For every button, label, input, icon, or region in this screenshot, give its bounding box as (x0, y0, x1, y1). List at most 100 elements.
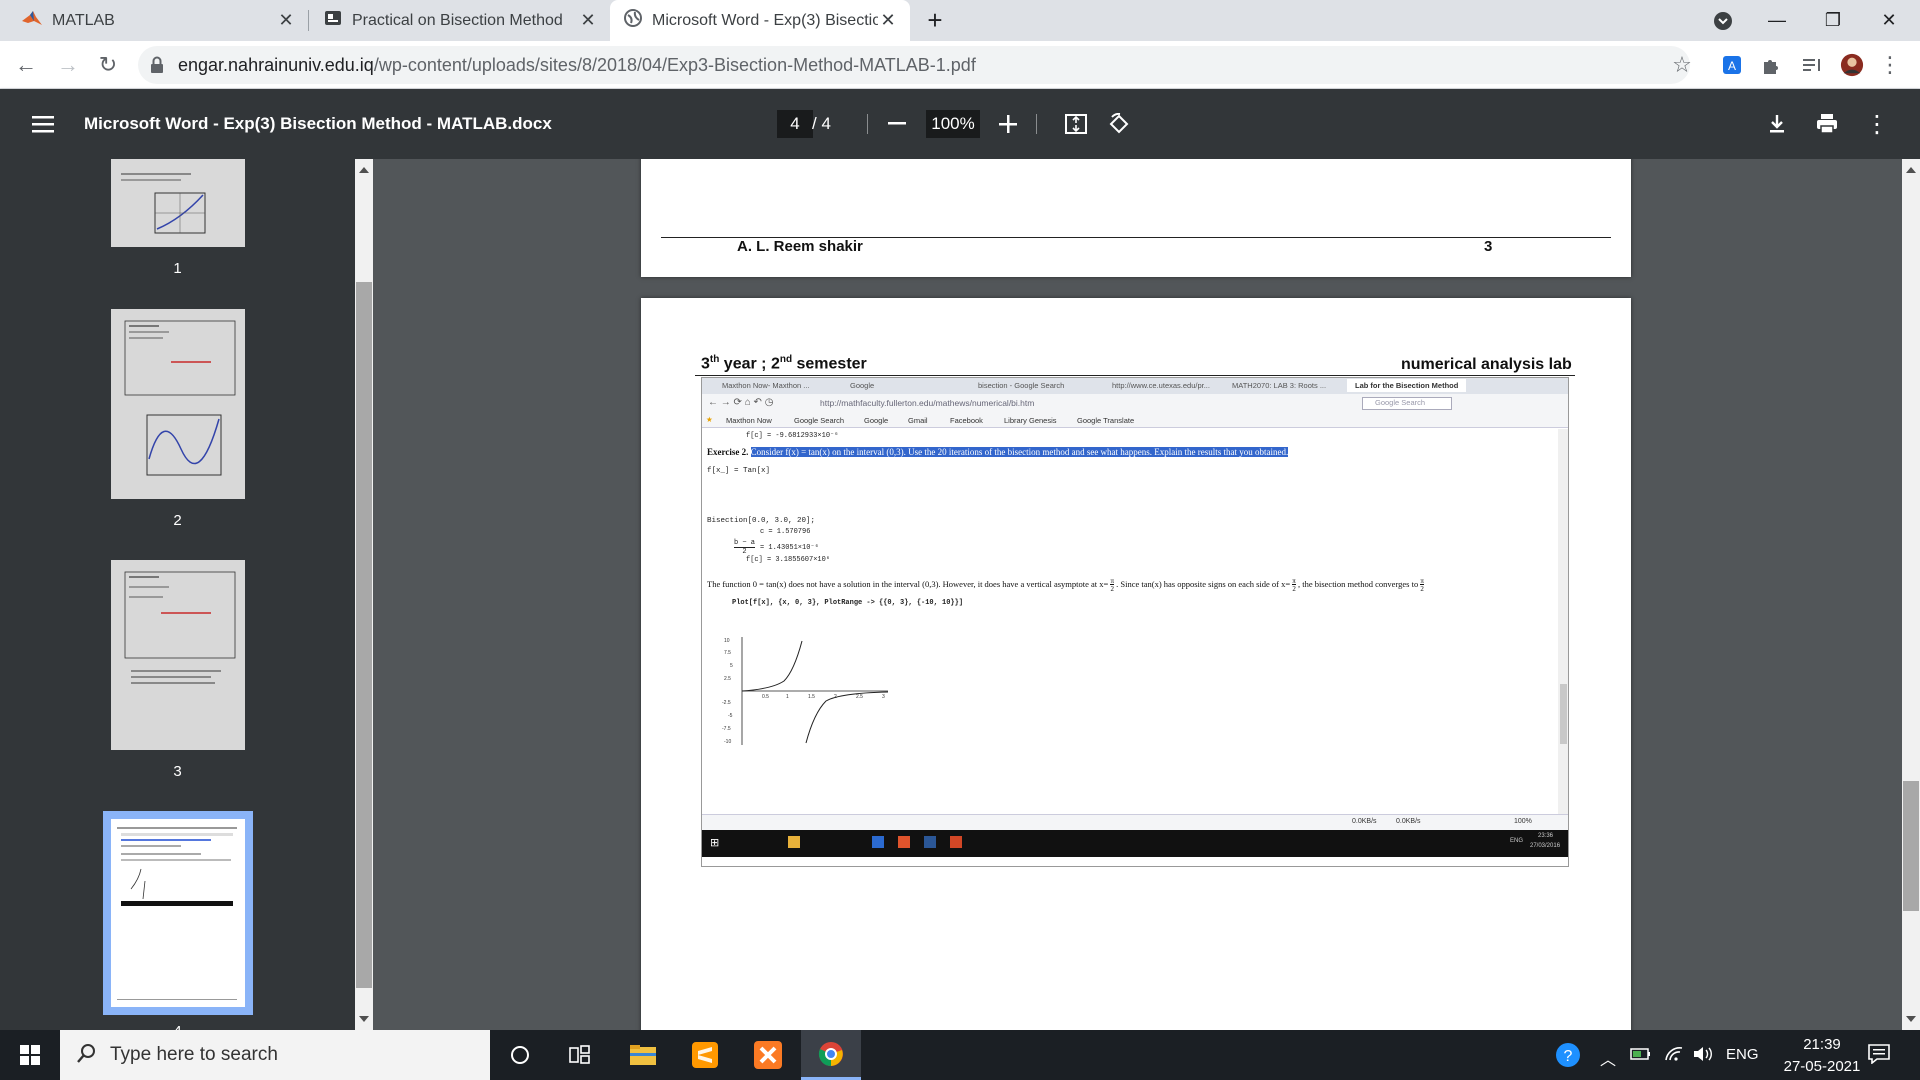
inner-bookmarks-bar: ★ Maxthon Now Google Search Google Gmail… (702, 414, 1568, 428)
rotate-icon[interactable] (1104, 109, 1134, 139)
download-icon[interactable] (1762, 109, 1792, 139)
volume-icon[interactable] (1692, 1046, 1714, 1066)
battery-icon[interactable] (1630, 1046, 1652, 1066)
minimize-button[interactable]: — (1754, 0, 1800, 41)
footer-author: A. L. Reem shakir (737, 238, 863, 255)
sublime-text-icon[interactable] (675, 1030, 735, 1080)
address-bar[interactable]: engar.nahrainuniv.edu.iq/wp-content/uplo… (138, 46, 1690, 84)
inner-date: 27/03/2016 (1530, 843, 1561, 849)
tab-practical-bisection[interactable]: Practical on Bisection Method ✕ (310, 0, 610, 41)
scroll-down-arrow-icon[interactable] (1906, 1016, 1916, 1022)
pdf-document-area: A. L. Reem shakir 3 3th year ; 2nd semes… (373, 159, 1902, 1030)
cortana-icon[interactable] (490, 1030, 550, 1080)
tan-branch-left (741, 640, 803, 692)
tab-separator (308, 10, 309, 31)
scroll-down-arrow-icon[interactable] (359, 1016, 369, 1022)
ba-denominator: 2 (734, 547, 756, 556)
c-value: c = 1.570796 (760, 528, 811, 536)
bookmark-star-icon[interactable]: ☆ (1670, 52, 1694, 77)
notifications-icon[interactable] (1868, 1044, 1890, 1068)
fc-previous-line: f[c] = -9.6812933×10⁻⁶ (746, 432, 839, 440)
xampp-icon[interactable] (738, 1030, 798, 1080)
svg-text:?: ? (1564, 1048, 1573, 1065)
exercise-label: Exercise 2. (707, 447, 749, 457)
zoom-input[interactable]: 100% (926, 110, 980, 138)
chrome-taskbar-icon[interactable] (801, 1030, 861, 1080)
zoom-out-button[interactable] (882, 109, 912, 139)
matlab-icon (22, 9, 42, 32)
pi-over-2: π2 (1420, 577, 1424, 593)
language-indicator[interactable]: ENG (1726, 1046, 1759, 1063)
pi-denominator: 2 (1420, 584, 1424, 593)
help-icon[interactable]: ? (1550, 1030, 1586, 1080)
tab-matlab[interactable]: MATLAB ✕ (8, 0, 308, 41)
clock[interactable]: 21:39 27-05-2021 (1782, 1036, 1862, 1075)
pdf-title: Microsoft Word - Exp(3) Bisection Method… (84, 114, 552, 133)
extensions-puzzle-icon[interactable] (1760, 53, 1784, 77)
more-options-icon[interactable]: ⋮ (1862, 109, 1892, 139)
embedded-screenshot: Maxthon Now- Maxthon ... Google bisectio… (701, 377, 1569, 867)
thumbnail-preview (124, 571, 236, 684)
inner-lang: ENG (1510, 838, 1524, 844)
thumbnail-preview (121, 173, 206, 234)
fc-value: f[c] = 3.1855607×10⁶ (746, 556, 831, 564)
scroll-up-arrow-icon[interactable] (359, 167, 369, 173)
toolbar-divider (867, 114, 868, 134)
back-button[interactable]: ← (10, 49, 42, 81)
task-view-icon[interactable] (550, 1030, 610, 1080)
forward-button[interactable]: → (52, 49, 84, 81)
close-tab-icon[interactable]: ✕ (878, 10, 898, 31)
ba-numerator: b − a (734, 539, 756, 547)
windows-taskbar: Type here to search ? ︿ ENG 21:39 27-05-… (0, 1030, 1920, 1080)
sidebar-scrollbar-thumb[interactable] (356, 282, 372, 988)
restore-button[interactable]: ❐ (1810, 0, 1856, 41)
close-tab-icon[interactable]: ✕ (276, 10, 296, 31)
x-tick: 1.5 (808, 694, 815, 700)
fit-to-page-icon[interactable] (1061, 109, 1091, 139)
close-window-button[interactable]: ✕ (1866, 0, 1912, 41)
reading-list-icon[interactable] (1800, 53, 1824, 77)
inner-taskbar: ⊞ ENG 23:36 27/03/2016 (702, 830, 1568, 857)
page-thumbnail-2[interactable] (111, 309, 245, 499)
inner-address-bar: ← → ⟳ ⌂ ↶ ◷ http://mathfaculty.fullerton… (702, 394, 1568, 414)
new-tab-button[interactable]: + (912, 0, 958, 41)
extension-translate-icon[interactable]: A (1720, 53, 1744, 77)
zoom-in-button[interactable] (993, 109, 1023, 139)
tab-microsoft-word-pdf[interactable]: Microsoft Word - Exp(3) Bisection ✕ (610, 0, 910, 41)
profile-avatar[interactable] (1840, 53, 1864, 77)
hamburger-menu-icon[interactable] (28, 109, 58, 139)
close-tab-icon[interactable]: ✕ (578, 10, 598, 31)
document-scrollbar[interactable] (1902, 159, 1920, 1030)
y-tick: -7.5 (722, 726, 731, 732)
scroll-up-arrow-icon[interactable] (1906, 167, 1916, 173)
url-text: engar.nahrainuniv.edu.iq/wp-content/uplo… (178, 55, 976, 76)
thumbnail-sidebar: 1 2 3 4 (0, 159, 355, 1030)
chrome-menu-icon[interactable]: ⋮ (1878, 52, 1902, 77)
tab-label: MATLAB (52, 11, 115, 29)
taskbar-search-box[interactable]: Type here to search (60, 1030, 490, 1080)
thumbnail-page (111, 819, 245, 1007)
page-thumbnail-3[interactable] (111, 560, 245, 750)
page-thumbnail-1[interactable] (111, 159, 245, 247)
reload-button[interactable]: ↻ (92, 49, 124, 81)
header-rule (695, 375, 1575, 376)
inner-speed-1: 0.0KB/s (1352, 818, 1377, 825)
globe-icon (624, 9, 642, 32)
windows-start-icon[interactable] (0, 1030, 60, 1080)
header-semester: semester (792, 355, 867, 373)
inner-zoom: 100% (1514, 818, 1532, 825)
wifi-icon[interactable] (1664, 1046, 1684, 1066)
page-thumbnail-4-selected[interactable] (103, 811, 253, 1015)
tray-chevron-icon[interactable]: ︿ (1600, 1046, 1616, 1070)
thumbnail-preview (124, 320, 236, 476)
inner-nav-icons: ← → ⟳ ⌂ ↶ ◷ (708, 397, 774, 408)
inner-start-icon: ⊞ (710, 837, 720, 849)
file-explorer-icon[interactable] (613, 1030, 673, 1080)
header-year-mid: year ; 2 (719, 355, 780, 373)
page-number-input[interactable]: 4 (777, 110, 813, 138)
document-scrollbar-thumb[interactable] (1903, 781, 1919, 911)
tab-search-button[interactable] (1700, 0, 1746, 41)
print-icon[interactable] (1812, 109, 1842, 139)
inner-scrollbar-thumb (1560, 684, 1567, 744)
explanation-part: , the bisection method converges to (1297, 578, 1419, 589)
